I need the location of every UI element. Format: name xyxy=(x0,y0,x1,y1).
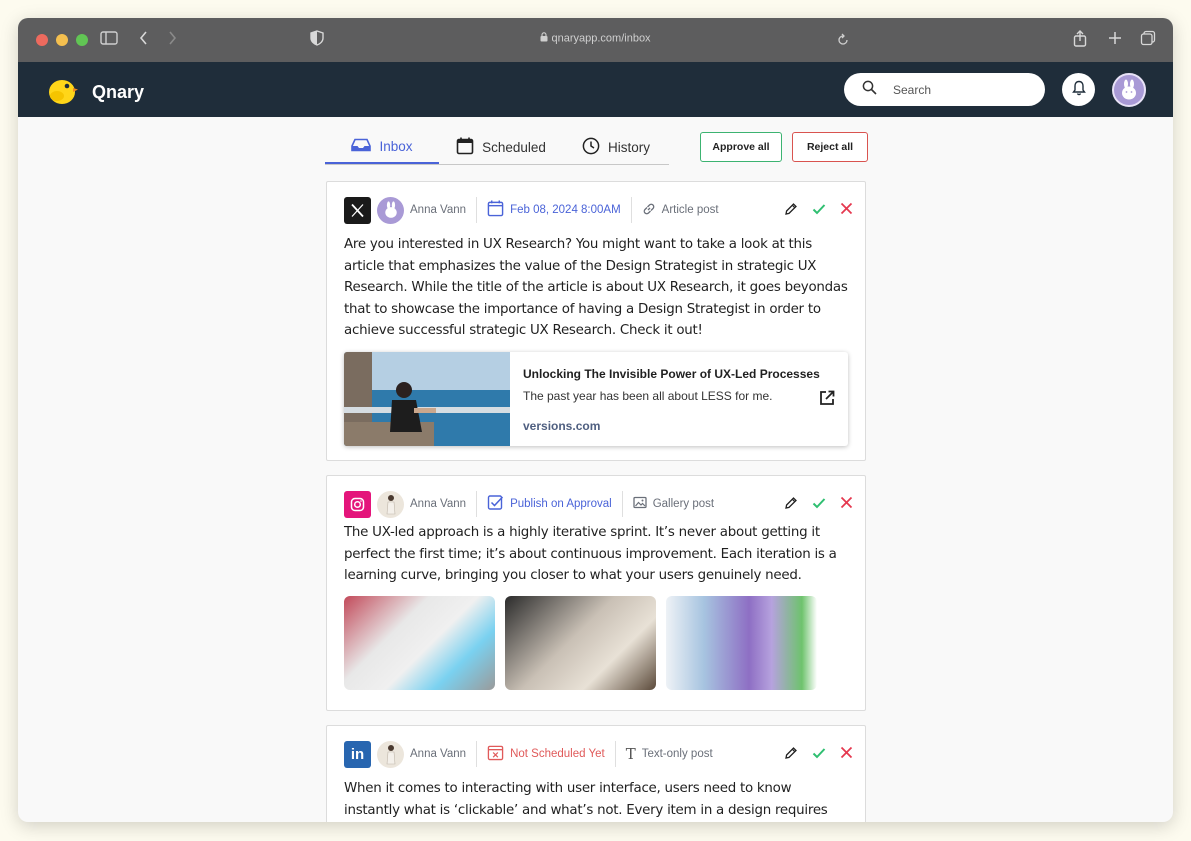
browser-window: qnaryapp.com/inbox Qnary Search Inbox Sc… xyxy=(18,18,1173,822)
divider xyxy=(614,741,616,767)
tab-inbox[interactable]: Inbox xyxy=(325,131,439,164)
divider xyxy=(476,197,478,223)
post-body: The UX-led approach is a highly iterativ… xyxy=(344,525,837,584)
reject-all-button[interactable]: Reject all xyxy=(792,132,868,162)
link-preview-image xyxy=(344,352,510,446)
schedule-status[interactable]: Publish on Approval xyxy=(487,494,612,514)
author-avatar xyxy=(377,490,404,518)
brand-name: Qnary xyxy=(92,81,145,102)
author-avatar xyxy=(377,196,404,224)
post-type: Gallery post xyxy=(633,496,714,512)
author-name: Anna Vann xyxy=(410,498,467,510)
edit-pencil-icon[interactable] xyxy=(784,496,798,513)
edit-pencil-icon[interactable] xyxy=(784,746,798,763)
tab-label: Inbox xyxy=(379,139,413,154)
tab-scheduled[interactable]: Scheduled xyxy=(439,131,563,164)
post-type: T Text-only post xyxy=(626,745,713,763)
calendar-icon xyxy=(487,200,504,220)
share-icon[interactable] xyxy=(1073,30,1087,52)
browser-toolbar: qnaryapp.com/inbox xyxy=(18,18,1173,62)
post-type: Article post xyxy=(642,202,719,219)
calendar-icon xyxy=(456,137,474,158)
post-card: Anna Vann Feb 08, 2024 8:00AM Article po… xyxy=(326,181,866,461)
inbox-tray-icon xyxy=(351,138,372,155)
reject-x-icon[interactable] xyxy=(840,202,853,218)
post-card: in Anna Vann Not Scheduled Yet T Text-on… xyxy=(326,725,866,822)
calendar-x-icon xyxy=(487,744,504,764)
post-meta: Anna Vann Publish on Approval Gallery po… xyxy=(344,490,853,518)
checkbox-calendar-icon xyxy=(487,494,504,514)
schedule-text: Feb 08, 2024 8:00AM xyxy=(510,204,621,216)
divider xyxy=(621,491,623,517)
link-domain[interactable]: versions.com xyxy=(523,419,600,433)
external-link-icon[interactable] xyxy=(818,389,836,411)
author-avatar xyxy=(377,740,404,768)
notifications-button[interactable] xyxy=(1062,73,1095,106)
link-title: Unlocking The Invisible Power of UX-Led … xyxy=(523,367,820,381)
approve-all-button[interactable]: Approve all xyxy=(700,132,782,162)
schedule-text: Publish on Approval xyxy=(510,498,612,510)
approve-check-icon[interactable] xyxy=(812,497,826,512)
post-meta: Anna Vann Feb 08, 2024 8:00AM Article po… xyxy=(344,196,853,224)
divider xyxy=(630,197,632,223)
link-description: The past year has been all about LESS fo… xyxy=(523,389,773,403)
gallery-image[interactable] xyxy=(666,596,817,690)
post-actions xyxy=(784,746,853,763)
link-icon xyxy=(642,202,656,219)
author-name: Anna Vann xyxy=(410,748,467,760)
post-type-text: Gallery post xyxy=(652,498,715,510)
tab-bar: Inbox Scheduled History xyxy=(325,131,669,165)
post-type-text: Article post xyxy=(661,204,719,216)
post-body: When it comes to interacting with user i… xyxy=(344,781,828,818)
new-tab-icon[interactable] xyxy=(1108,30,1122,50)
post-card: Anna Vann Publish on Approval Gallery po… xyxy=(326,475,866,711)
edit-pencil-icon[interactable] xyxy=(784,202,798,219)
tab-label: Scheduled xyxy=(482,140,546,155)
tab-overview-icon[interactable] xyxy=(1140,30,1156,50)
brand[interactable]: Qnary xyxy=(46,75,144,109)
inbox-content: Inbox Scheduled History Approve all Reje… xyxy=(18,117,1173,822)
reload-icon[interactable] xyxy=(836,32,850,51)
link-preview[interactable]: Unlocking The Invisible Power of UX-Led … xyxy=(344,352,848,446)
tab-history[interactable]: History xyxy=(563,131,669,164)
approve-check-icon[interactable] xyxy=(812,203,826,218)
schedule-text: Not Scheduled Yet xyxy=(510,748,605,760)
bird-logo-icon xyxy=(46,75,78,109)
reject-x-icon[interactable] xyxy=(840,496,853,512)
schedule-date[interactable]: Feb 08, 2024 8:00AM xyxy=(487,200,621,220)
post-actions xyxy=(784,202,853,219)
image-gallery xyxy=(344,596,817,690)
text-type-icon: T xyxy=(625,745,636,763)
linkedin-logo-icon: in xyxy=(344,740,371,768)
x-logo-icon xyxy=(344,196,371,224)
author-name: Anna Vann xyxy=(410,204,467,216)
post-actions xyxy=(784,496,853,513)
bell-icon xyxy=(1071,80,1086,100)
divider xyxy=(476,491,478,517)
tab-label: History xyxy=(607,140,650,155)
post-type-text: Text-only post xyxy=(641,748,713,760)
divider xyxy=(476,741,478,767)
gallery-image[interactable] xyxy=(344,596,495,690)
post-meta: in Anna Vann Not Scheduled Yet T Text-on… xyxy=(344,740,853,768)
search-icon xyxy=(862,80,877,99)
gallery-image[interactable] xyxy=(505,596,656,690)
post-body: Are you interested in UX Research? You m… xyxy=(344,237,848,339)
gallery-image-icon xyxy=(633,496,647,512)
approve-check-icon[interactable] xyxy=(812,747,826,762)
clock-icon xyxy=(582,137,600,158)
url-text: qnaryapp.com/inbox xyxy=(551,32,651,45)
search-input[interactable] xyxy=(893,82,1023,97)
reject-x-icon[interactable] xyxy=(840,746,853,762)
address-bar[interactable]: qnaryapp.com/inbox xyxy=(18,32,1173,45)
schedule-status[interactable]: Not Scheduled Yet xyxy=(487,744,605,764)
user-avatar[interactable] xyxy=(1112,73,1146,107)
search-box[interactable] xyxy=(844,73,1045,106)
lock-icon xyxy=(540,32,551,45)
app-header: Qnary xyxy=(18,62,1173,117)
instagram-logo-icon xyxy=(344,490,371,518)
